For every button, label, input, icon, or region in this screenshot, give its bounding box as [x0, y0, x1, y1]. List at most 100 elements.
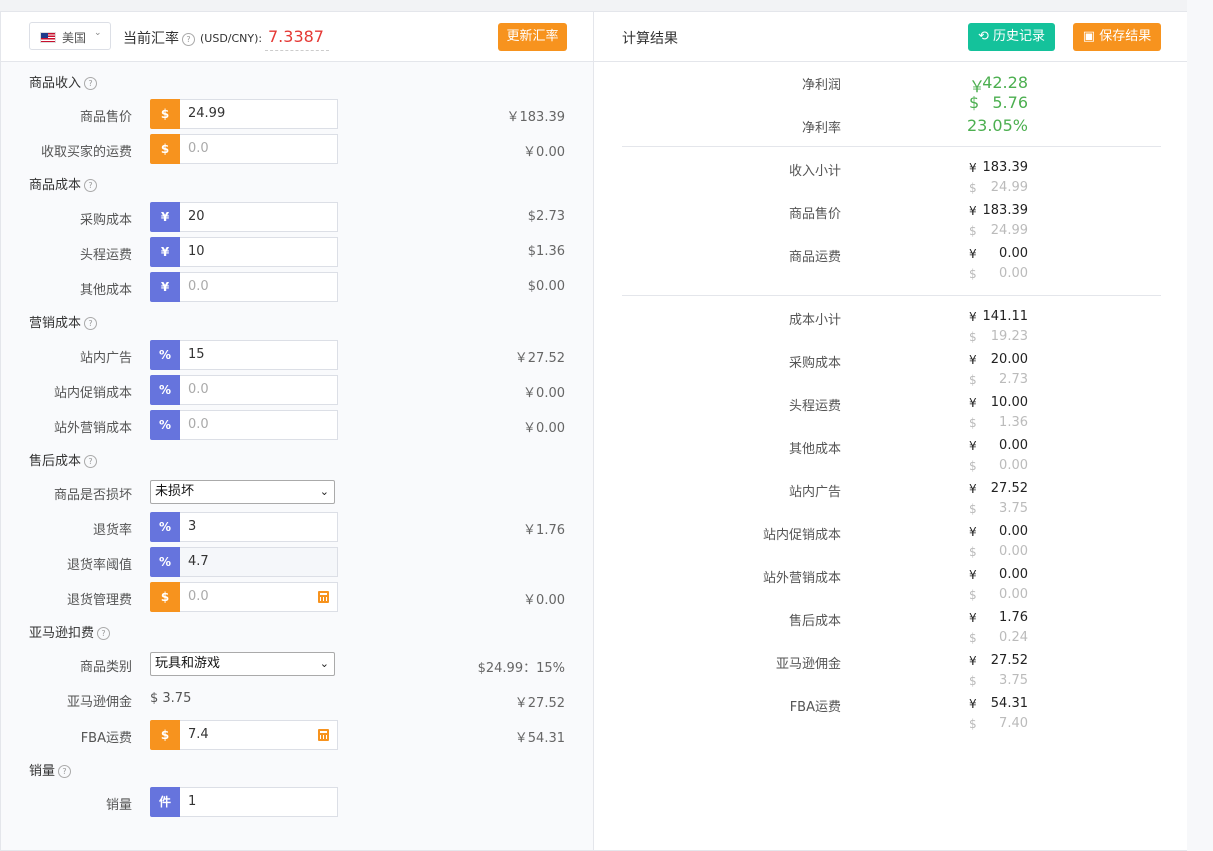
result-cny-value: 54.31 [990, 696, 1028, 711]
result-usd-value: 2.73 [999, 372, 1028, 387]
cny-symbol: ¥ [969, 439, 977, 453]
calculator-icon[interactable] [318, 729, 329, 741]
onsite-ads-converted: ￥27.52 [514, 351, 565, 366]
help-icon[interactable]: ? [182, 33, 195, 46]
cny-symbol: ¥ [969, 204, 977, 218]
cny-symbol: ¥ [969, 525, 977, 539]
amazon-commission-converted: ￥27.52 [514, 696, 565, 711]
result-usd-value: 0.00 [999, 266, 1028, 281]
buyer-shipping-input[interactable]: 0.0 [180, 134, 338, 164]
usd-symbol: $ [969, 674, 977, 688]
onsite-promo-input[interactable]: 0.0 [180, 375, 338, 405]
purchase-cost-input[interactable]: 20 [180, 202, 338, 232]
first-leg-shipping-input[interactable]: 10 [180, 237, 338, 267]
result-usd-value: 24.99 [990, 223, 1028, 238]
result-usd-value: 1.36 [999, 415, 1028, 430]
save-result-button[interactable]: ▣ 保存结果 [1073, 23, 1161, 51]
help-icon[interactable]: ? [84, 77, 98, 90]
return-management-fee-input[interactable]: 0.0 [180, 582, 338, 612]
net-profit-label: 净利润 [801, 78, 841, 93]
net-profit-usd: 5.76 [992, 93, 1028, 112]
label-fba-fee: FBA运费 [80, 731, 132, 746]
cny-symbol: ¥ [969, 396, 977, 410]
result-label-offsite-marketing: 站外营销成本 [762, 571, 841, 586]
section-income: 商品收入? [29, 72, 98, 91]
onsite-promo-converted: ￥0.00 [523, 386, 565, 401]
result-label-other-cost: 其他成本 [788, 442, 841, 457]
percent-addon: % [150, 410, 180, 440]
result-label-purchase-cost: 采购成本 [788, 356, 841, 371]
result-usd-value: 0.00 [999, 544, 1028, 559]
label-amazon-commission: 亚马逊佣金 [66, 695, 132, 710]
calculator-icon[interactable] [318, 591, 329, 603]
label-first-leg-shipping: 头程运费 [79, 248, 132, 263]
result-usd-value: 7.40 [999, 716, 1028, 731]
result-cny-value: 0.00 [999, 438, 1028, 453]
onsite-ads-input[interactable]: 15 [180, 340, 338, 370]
result-cny-value: 183.39 [982, 160, 1029, 175]
usd-symbol: $ [969, 330, 977, 344]
usd-symbol: $ [969, 717, 977, 731]
return-rate-converted: ￥1.76 [523, 523, 565, 538]
sales-quantity-input[interactable]: 1 [180, 787, 338, 817]
usd-symbol: $ [969, 416, 977, 430]
result-usd-value: 19.23 [990, 329, 1028, 344]
net-margin-value: 23.05% [966, 116, 1028, 135]
section-amazon-fees: 亚马逊扣费? [29, 622, 111, 641]
help-icon[interactable]: ? [97, 627, 111, 640]
dollar-addon: $ [150, 720, 180, 750]
net-margin-label: 净利率 [801, 121, 841, 136]
usd-symbol: $ [969, 459, 977, 473]
first-leg-shipping-converted: $1.36 [527, 244, 565, 259]
calculator-frame: 美国 ⌄ 当前汇率? (USD/CNY): 7.3387 更新汇率 商品收入? … [0, 11, 1187, 851]
category-select[interactable]: 玩具和游戏 ⌄ [150, 652, 335, 676]
update-rate-button[interactable]: 更新汇率 [498, 23, 567, 51]
result-cny-value: 20.00 [990, 352, 1028, 367]
damaged-select[interactable]: 未损坏 ⌄ [150, 480, 335, 504]
chevron-down-icon: ⌄ [319, 485, 329, 498]
label-selling-price: 商品售价 [79, 110, 132, 125]
result-cny-value: 141.11 [982, 309, 1029, 324]
label-sales-quantity: 销量 [105, 798, 132, 813]
history-button[interactable]: ⟲ 历史记录 [968, 23, 1055, 51]
help-icon[interactable]: ? [84, 179, 98, 192]
result-cny-value: 0.00 [999, 246, 1028, 261]
return-rate-input[interactable]: 3 [180, 512, 338, 542]
section-marketing: 营销成本? [29, 312, 98, 331]
help-icon[interactable]: ? [58, 765, 72, 778]
chevron-down-icon: ⌄ [319, 657, 329, 670]
result-cny-value: 27.52 [990, 481, 1028, 496]
page-gutter [1187, 0, 1213, 851]
result-label-onsite-ads: 站内广告 [788, 485, 841, 500]
label-buyer-shipping: 收取买家的运费 [40, 145, 132, 160]
return-management-fee-converted: ￥0.00 [523, 593, 565, 608]
exchange-rate-value[interactable]: 7.3387 [265, 27, 329, 51]
country-label: 美国 [62, 31, 87, 45]
result-label-first-leg: 头程运费 [788, 399, 841, 414]
section-cost: 商品成本? [29, 174, 98, 193]
label-return-threshold: 退货率阈值 [66, 558, 132, 573]
label-other-cost: 其他成本 [79, 283, 132, 298]
cny-symbol: ¥ [969, 482, 977, 496]
selling-price-input[interactable]: 24.99 [180, 99, 338, 129]
yuan-addon: ¥ [150, 237, 180, 267]
net-profit-cny: 42.28 [982, 73, 1028, 92]
result-cny-value: 0.00 [999, 524, 1028, 539]
country-select[interactable]: 美国 ⌄ [29, 22, 111, 50]
amazon-commission-value: $ 3.75 [150, 691, 192, 706]
percent-addon: % [150, 375, 180, 405]
net-profit-usd-symbol: $ [969, 93, 980, 112]
result-label-product-shipping: 商品运费 [788, 250, 841, 265]
fba-fee-input[interactable]: 7.4 [180, 720, 338, 750]
section-aftersale: 售后成本? [29, 450, 98, 469]
yuan-addon: ¥ [150, 272, 180, 302]
other-cost-input[interactable]: 0.0 [180, 272, 338, 302]
divider [622, 295, 1161, 296]
offsite-marketing-input[interactable]: 0.0 [180, 410, 338, 440]
help-icon[interactable]: ? [84, 455, 98, 468]
usd-symbol: $ [969, 545, 977, 559]
result-label-aftersale: 售后成本 [788, 614, 841, 629]
help-icon[interactable]: ? [84, 317, 98, 330]
percent-addon: % [150, 547, 180, 577]
purchase-cost-converted: $2.73 [527, 209, 565, 224]
